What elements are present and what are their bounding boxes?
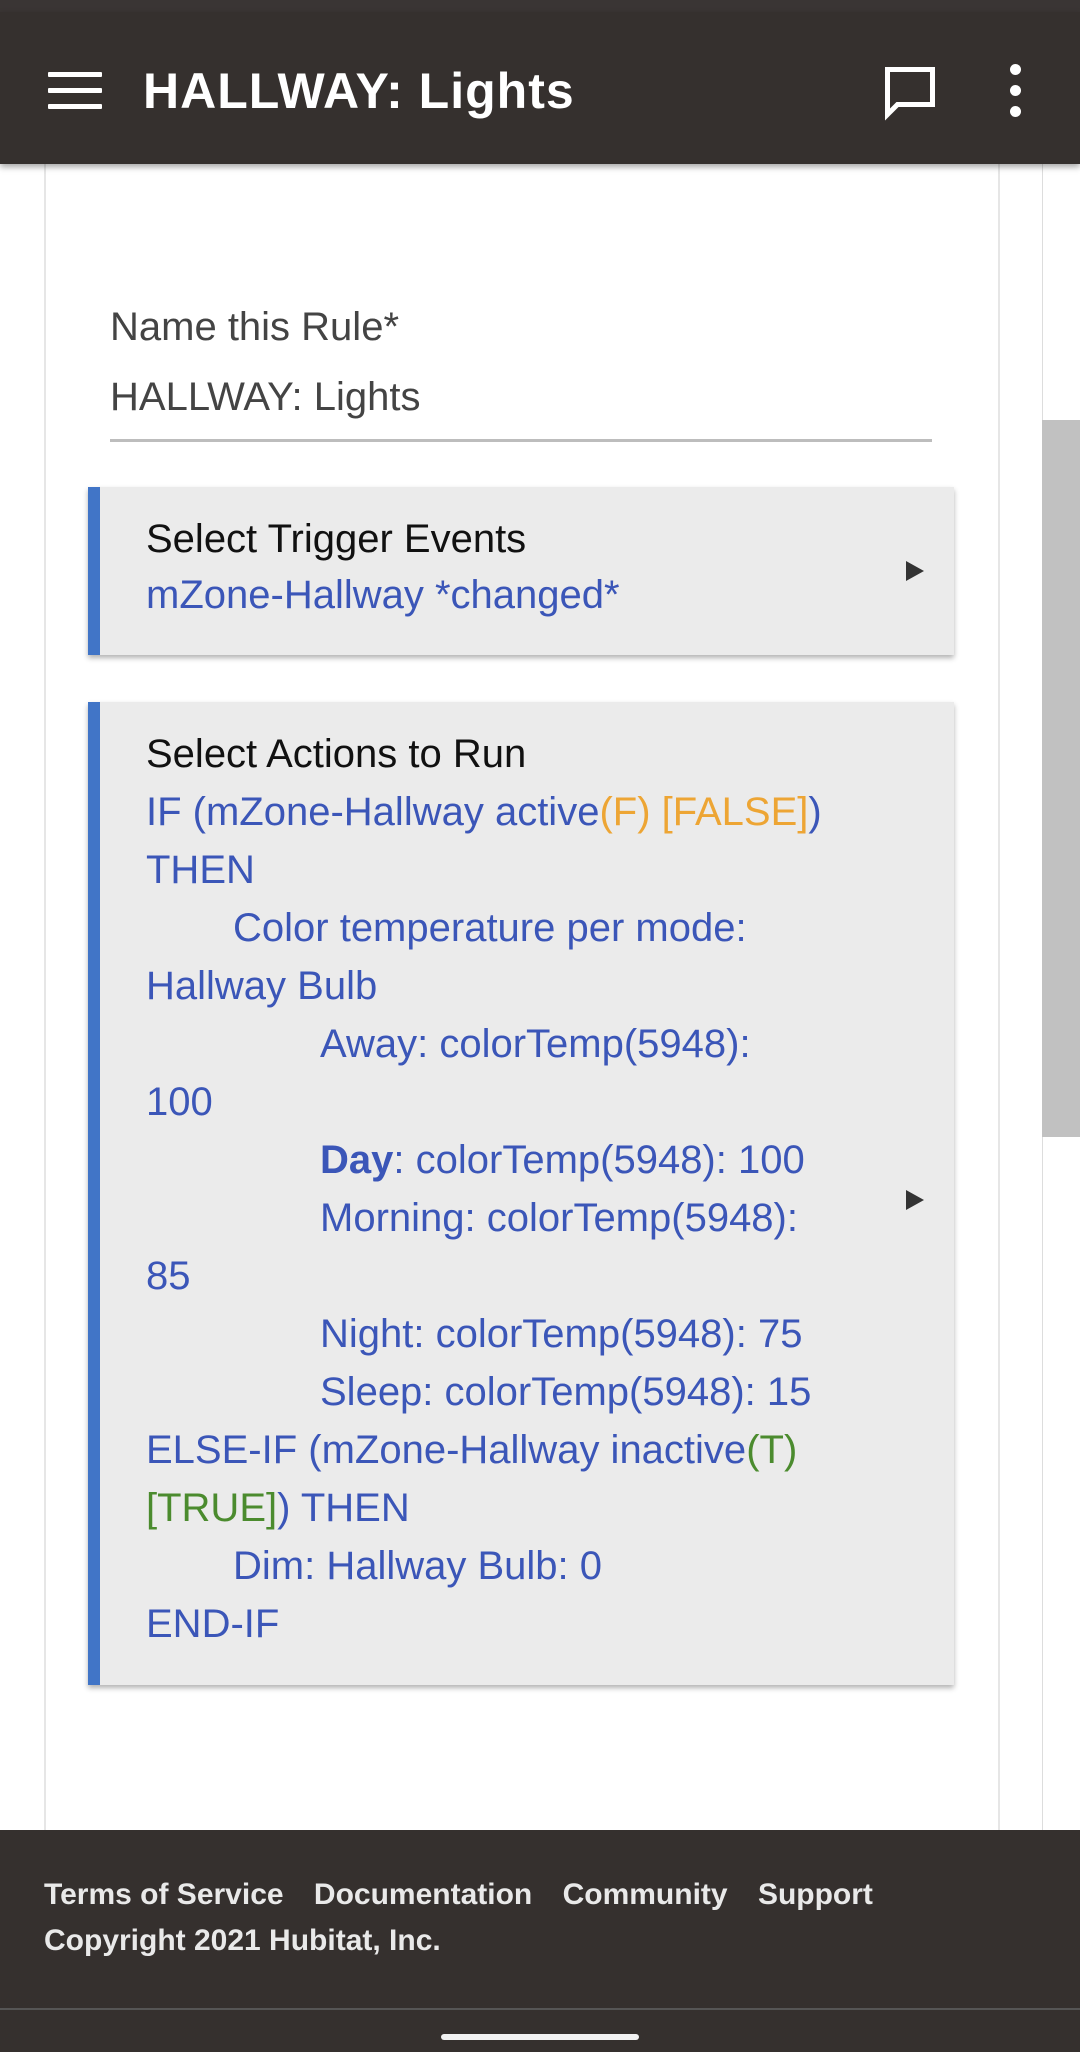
action-dim-line: Dim: Hallway Bulb: 0 — [233, 1544, 603, 1588]
rule-name-input[interactable]: HALLWAY: Lights — [110, 375, 932, 442]
action-then-line: THEN — [146, 848, 255, 892]
footer-link-community[interactable]: Community — [563, 1878, 728, 1911]
action-mode-morning-value: 85 — [146, 1254, 191, 1298]
footer-link-terms[interactable]: Terms of Service — [44, 1878, 284, 1911]
hamburger-menu-icon[interactable] — [48, 72, 102, 112]
trigger-events-summary: mZone-Hallway *changed* — [146, 573, 620, 617]
home-gesture-handle[interactable] — [441, 2034, 639, 2040]
app-bar: HALLWAY: Lights — [0, 12, 1080, 164]
more-vertical-icon[interactable] — [1000, 64, 1030, 124]
footer: Terms of Service Documentation Community… — [0, 1830, 1080, 2008]
footer-links: Terms of Service Documentation Community… — [44, 1878, 895, 1912]
trigger-events-title: Select Trigger Events — [146, 517, 527, 561]
chat-bubble-icon[interactable] — [880, 62, 940, 122]
page-left-margin — [0, 164, 46, 1830]
action-mode-morning: Morning: colorTemp(5948): — [320, 1196, 798, 1240]
footer-link-documentation[interactable]: Documentation — [314, 1878, 532, 1911]
action-colortemp-device: Hallway Bulb — [146, 964, 378, 1008]
actions-title: Select Actions to Run — [146, 732, 527, 776]
actions-card[interactable]: Select Actions to Run IF (mZone-Hallway … — [88, 702, 954, 1685]
rule-name-label: Name this Rule* — [110, 305, 400, 349]
action-mode-away: Away: colorTemp(5948): — [320, 1022, 751, 1066]
expand-arrow-icon[interactable] — [906, 561, 924, 581]
action-mode-away-value: 100 — [146, 1080, 213, 1124]
page-right-margin — [998, 164, 1046, 1830]
copyright-text: Copyright 2021 Hubitat, Inc. — [44, 1924, 441, 1957]
trigger-events-card[interactable]: Select Trigger Events mZone-Hallway *cha… — [88, 487, 954, 655]
action-endif-line: END-IF — [146, 1602, 280, 1646]
scrollbar-thumb[interactable] — [1042, 420, 1080, 1137]
rule-name-value: HALLWAY: Lights — [110, 375, 421, 419]
action-mode-day: Day: colorTemp(5948): 100 — [320, 1138, 805, 1182]
action-if-line: IF (mZone-Hallway active(F) [FALSE]) — [146, 790, 822, 834]
page-title: HALLWAY: Lights — [143, 63, 575, 119]
action-mode-night: Night: colorTemp(5948): 75 — [320, 1312, 803, 1356]
expand-arrow-icon[interactable] — [906, 1190, 924, 1210]
action-elseif-line: ELSE-IF (mZone-Hallway inactive(T) — [146, 1428, 798, 1472]
action-elseif-line-2: [TRUE]) THEN — [146, 1486, 410, 1530]
action-colortemp-header: Color temperature per mode: — [233, 906, 747, 950]
status-bar — [0, 0, 1080, 12]
footer-link-support[interactable]: Support — [758, 1878, 873, 1911]
system-navigation-bar — [0, 2008, 1080, 2052]
action-mode-sleep: Sleep: colorTemp(5948): 15 — [320, 1370, 812, 1414]
